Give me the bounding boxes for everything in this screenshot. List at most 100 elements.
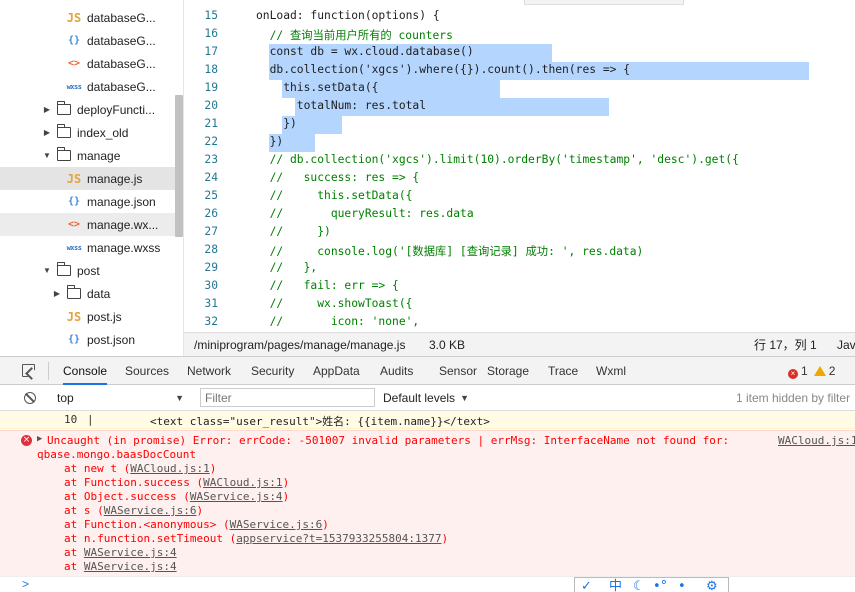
code-line[interactable]: }) bbox=[256, 135, 284, 148]
code-line[interactable]: // this.setData({ bbox=[256, 189, 413, 202]
moon-icon[interactable]: ☾ bbox=[633, 578, 645, 592]
tree-item[interactable]: JS manage.js bbox=[0, 167, 176, 190]
tab-audits[interactable]: Audits bbox=[380, 357, 413, 385]
tab-security[interactable]: Security bbox=[251, 357, 294, 385]
error-text-line2: qbase.mongo.baasDocCount bbox=[37, 448, 196, 461]
code-line[interactable]: }) bbox=[256, 117, 297, 130]
tree-item[interactable]: <> databaseG... bbox=[0, 52, 176, 75]
tab-wxml[interactable]: Wxml bbox=[596, 357, 626, 385]
line-number: 18 bbox=[204, 63, 218, 76]
code-line[interactable]: this.setData({ bbox=[256, 81, 378, 94]
stack-frame-link[interactable]: WAService.js:4 bbox=[84, 560, 177, 573]
code-line[interactable]: // success: res => { bbox=[256, 171, 420, 184]
tree-item[interactable]: ▶ deployFuncti... bbox=[0, 98, 176, 121]
issue-counts[interactable]: × 1 2 bbox=[788, 357, 835, 385]
gear-icon[interactable]: ⚙ bbox=[706, 578, 718, 592]
code-line[interactable]: const db = wx.cloud.database() bbox=[256, 45, 474, 58]
tab-sources[interactable]: Sources bbox=[125, 357, 169, 385]
stack-frame-text: at Function.success ( bbox=[64, 476, 204, 489]
stack-frame-link[interactable]: WAService.js:6 bbox=[230, 518, 323, 531]
code-line[interactable]: // }, bbox=[256, 261, 318, 274]
line-number: 19 bbox=[204, 81, 218, 94]
checkmark-icon[interactable]: ✓ bbox=[581, 578, 592, 592]
folder-icon bbox=[57, 262, 71, 276]
punctuation-icon[interactable]: •° bbox=[653, 578, 667, 592]
code-line[interactable]: // db.collection('xgcs').limit(10).order… bbox=[256, 153, 739, 166]
user-icon[interactable]: • bbox=[678, 578, 686, 592]
tree-item[interactable]: <> manage.wx... bbox=[0, 213, 176, 236]
code-line[interactable]: // fail: err => { bbox=[256, 279, 399, 292]
code-line[interactable]: // }) bbox=[256, 225, 331, 238]
error-source-link[interactable]: WACloud.js:1 bbox=[778, 434, 855, 447]
code-line[interactable]: // 查询当前用户所有的 counters bbox=[256, 27, 453, 43]
wxss-file-icon: wxss bbox=[66, 243, 82, 252]
tree-item[interactable]: ▶ data bbox=[0, 282, 176, 305]
inspect-element-icon[interactable] bbox=[22, 364, 35, 377]
code-line[interactable]: // icon: 'none', bbox=[256, 315, 420, 328]
log-message: 10 | <text class="user_result">姓名: {{ite… bbox=[0, 411, 855, 429]
line-number: 23 bbox=[204, 153, 218, 166]
code-line[interactable]: // console.log('[数据库] [查询记录] 成功: ', res.… bbox=[256, 243, 644, 259]
stack-frame-link[interactable]: WACloud.js:1 bbox=[130, 462, 209, 475]
code-line[interactable]: onLoad: function(options) { bbox=[256, 9, 440, 22]
stack-frame-text: at new t ( bbox=[64, 462, 131, 475]
caret-right-icon[interactable]: ▶ bbox=[41, 128, 53, 137]
file-path: /miniprogram/pages/manage/manage.js bbox=[194, 337, 406, 352]
line-number: 15 bbox=[204, 9, 218, 22]
tab-network[interactable]: Network bbox=[187, 357, 231, 385]
tree-item[interactable]: {} databaseG... bbox=[0, 29, 176, 52]
language-mode[interactable]: Jav bbox=[837, 338, 855, 352]
tree-item[interactable]: wxss manage.wxss bbox=[0, 236, 176, 259]
tree-item[interactable]: JS post.js bbox=[0, 305, 176, 328]
chinese-input-icon[interactable]: 中 bbox=[609, 578, 622, 592]
log-levels-select[interactable]: Default levels ▼ bbox=[383, 388, 473, 408]
stack-frame-link[interactable]: WAService.js:4 bbox=[84, 546, 177, 559]
stack-frame-link[interactable]: appservice?t=1537933255804:1377 bbox=[236, 532, 441, 545]
tab-console[interactable]: Console bbox=[63, 357, 108, 385]
file-size: 3.0 KB bbox=[429, 337, 466, 352]
cursor-position[interactable]: 行 17，列 1 bbox=[754, 336, 817, 353]
code-line[interactable]: // wx.showToast({ bbox=[256, 297, 413, 310]
clear-console-icon[interactable] bbox=[24, 392, 36, 404]
filter-input[interactable] bbox=[200, 388, 375, 407]
caret-down-icon[interactable]: ▼ bbox=[41, 266, 53, 275]
line-number: 29 bbox=[204, 261, 218, 274]
caret-right-icon[interactable]: ▶ bbox=[41, 105, 53, 114]
stack-frame-link[interactable]: WAService.js:6 bbox=[104, 504, 197, 517]
tab-trace[interactable]: Trace bbox=[548, 357, 578, 385]
tree-item[interactable]: {} post.json bbox=[0, 328, 176, 351]
stack-frame-link[interactable]: WACloud.js:1 bbox=[203, 476, 282, 489]
code-line[interactable]: totalNum: res.total bbox=[256, 99, 426, 112]
tab-storage[interactable]: Storage bbox=[487, 357, 529, 385]
caret-right-icon[interactable]: ▶ bbox=[51, 289, 63, 298]
warning-count: 2 bbox=[828, 364, 836, 378]
file-tree-scrollbar[interactable] bbox=[175, 95, 183, 237]
stack-frame-link[interactable]: WAService.js:4 bbox=[190, 490, 283, 503]
tree-item[interactable]: JS databaseG... bbox=[0, 6, 176, 29]
json-file-icon: {} bbox=[67, 334, 81, 345]
tree-item-label: manage.wxss bbox=[87, 240, 161, 255]
ide-window: JS databaseG... {} databaseG... <> databaseG.… bbox=[0, 0, 855, 592]
wxml-file-icon: <> bbox=[67, 219, 81, 230]
tab-sensor[interactable]: Sensor bbox=[439, 357, 477, 385]
editor-statusbar: /miniprogram/pages/manage/manage.js 3.0 … bbox=[184, 332, 855, 356]
tree-item[interactable]: ▶ index_old bbox=[0, 121, 176, 144]
console-prompt[interactable]: > ✓ 中 ☾ •° • ⚙ bbox=[0, 576, 855, 592]
expand-arrow-icon[interactable]: ▶ bbox=[37, 434, 42, 444]
tree-item[interactable]: ▼ manage bbox=[0, 144, 176, 167]
code-line[interactable]: // queryResult: res.data bbox=[256, 207, 474, 220]
js-file-icon: JS bbox=[66, 309, 82, 324]
tree-item-label: post.json bbox=[87, 332, 136, 347]
code-line[interactable]: db.collection('xgcs').where({}).count().… bbox=[256, 63, 630, 76]
code-editor[interactable]: 15 onLoad: function(options) {16 // 查询当前用… bbox=[184, 0, 855, 332]
tree-item-label: manage.wx... bbox=[87, 217, 159, 232]
tab-appdata[interactable]: AppData bbox=[313, 357, 360, 385]
line-number: 26 bbox=[204, 207, 218, 220]
caret-down-icon[interactable]: ▼ bbox=[41, 151, 53, 160]
stack-frame: at Function.<anonymous> (WAService.js:6) bbox=[64, 518, 329, 531]
context-select[interactable]: top ▼ bbox=[50, 388, 190, 408]
tree-item[interactable]: wxss databaseG... bbox=[0, 75, 176, 98]
stack-frame: at n.function.setTimeout (appservice?t=1… bbox=[64, 532, 448, 545]
tree-item[interactable]: {} manage.json bbox=[0, 190, 176, 213]
tree-item[interactable]: ▼ post bbox=[0, 259, 176, 282]
